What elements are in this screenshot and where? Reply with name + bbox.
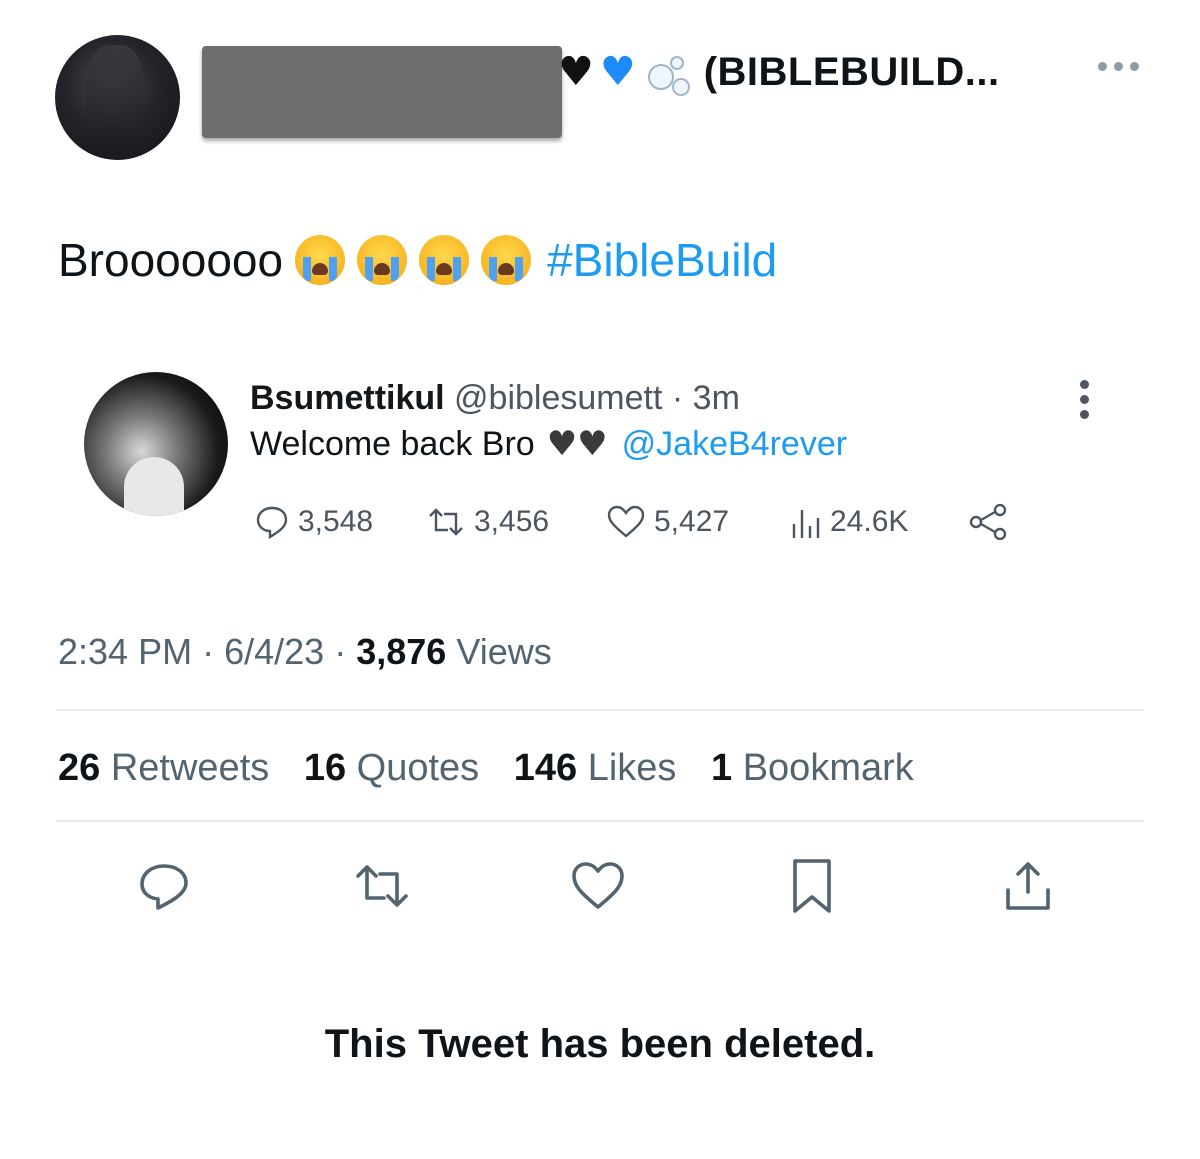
- engagement-counts: 26 Retweets 16 Quotes 146 Likes 1 Bookma…: [58, 744, 914, 792]
- black-heart-icon: ♥: [558, 49, 594, 95]
- share-icon: [969, 504, 1007, 540]
- meta-separator: ·: [334, 631, 347, 672]
- bookmark-button[interactable]: [782, 856, 842, 916]
- quoted-text: Welcome back Bro ♥♥ @JakeB4rever: [250, 422, 847, 466]
- quoted-views-stat[interactable]: 24.6K: [790, 500, 908, 544]
- tweet-body: Brooooooo: [58, 234, 284, 286]
- heart-icon: [607, 505, 645, 538]
- quoted-mention-link[interactable]: @JakeB4rever: [622, 422, 847, 466]
- reply-icon: [140, 864, 188, 910]
- heart-icon: [572, 862, 624, 909]
- author-avatar[interactable]: [55, 35, 180, 160]
- author-name-suffix: (BIBLEBUILD...: [703, 49, 1000, 94]
- bookmarks-label: Bookmark: [742, 747, 914, 789]
- quoted-more-icon[interactable]: [1080, 380, 1089, 419]
- deleted-notice: This Tweet has been deleted.: [324, 1022, 876, 1066]
- retweets-label: Retweets: [110, 747, 270, 789]
- quoted-author-name[interactable]: Bsumettikul: [250, 379, 445, 417]
- retweets-count: 26: [58, 747, 101, 789]
- black-heart-icon: ♥♥: [546, 424, 608, 464]
- quoted-views-count: 24.6K: [830, 505, 909, 538]
- crying-face-icon: [357, 235, 408, 285]
- share-button[interactable]: [998, 856, 1058, 916]
- views-count: 3,876: [356, 631, 447, 672]
- meta-separator: ·: [202, 631, 215, 672]
- bookmark-icon: [793, 859, 831, 913]
- bookmarks-stat[interactable]: 1 Bookmark: [711, 747, 914, 789]
- quoted-like-stat[interactable]: 5,427: [606, 500, 729, 544]
- quoted-reply-count: 3,548: [298, 505, 374, 538]
- hashtag-link[interactable]: #BibleBuild: [547, 232, 777, 288]
- retweet-icon: [356, 865, 408, 907]
- tweet-date: 6/4/23: [224, 631, 325, 672]
- retweets-stat[interactable]: 26 Retweets: [58, 747, 269, 789]
- quoted-header: Bsumettikul @biblesumett · 3m: [250, 376, 740, 420]
- bookmarks-count: 1: [711, 747, 733, 789]
- retweet-icon: [429, 508, 463, 536]
- quoted-retweet-stat[interactable]: 3,456: [426, 500, 549, 544]
- views-label: Views: [456, 631, 552, 672]
- quotes-count: 16: [303, 747, 347, 789]
- like-button[interactable]: [568, 856, 628, 916]
- quoted-like-count: 5,427: [654, 505, 730, 538]
- upload-icon: [1006, 862, 1050, 910]
- divider: [56, 709, 1144, 711]
- divider: [56, 820, 1144, 822]
- crying-face-icon: [481, 235, 532, 285]
- crying-face-icon: [419, 235, 470, 285]
- quoted-retweet-count: 3,456: [474, 505, 550, 538]
- likes-count: 146: [513, 747, 578, 789]
- redacted-name-block: [202, 46, 562, 138]
- quoted-reply-stat[interactable]: 3,548: [254, 500, 373, 544]
- more-options-icon[interactable]: [1098, 62, 1139, 71]
- quoted-body: Welcome back Bro: [250, 425, 535, 463]
- tweet-time: 2:34 PM: [58, 631, 193, 672]
- tweet-meta: 2:34 PM · 6/4/23 · 3,876 Views: [58, 630, 552, 674]
- likes-label: Likes: [587, 747, 677, 789]
- quotes-label: Quotes: [356, 747, 480, 789]
- quoted-separator: ·: [671, 379, 684, 417]
- blue-heart-icon: ♥: [599, 49, 636, 95]
- quoted-author-handle[interactable]: @biblesumett: [454, 379, 662, 417]
- quotes-stat[interactable]: 16 Quotes: [304, 747, 479, 789]
- quoted-time: 3m: [692, 379, 740, 417]
- tweet-text: Brooooooo #BibleBuild: [58, 232, 777, 288]
- quoted-author-avatar[interactable]: [84, 372, 228, 516]
- bubbles-icon: [646, 52, 690, 96]
- crying-face-icon: [295, 235, 346, 285]
- reply-button[interactable]: [134, 856, 194, 916]
- author-name[interactable]: ♥ ♥ (BIBLEBUILD...: [558, 49, 1000, 96]
- retweet-button[interactable]: [352, 856, 412, 916]
- views-chart-icon: [792, 510, 820, 538]
- likes-stat[interactable]: 146 Likes: [514, 747, 677, 789]
- reply-icon: [256, 506, 288, 540]
- quoted-share-stat[interactable]: [968, 500, 1010, 544]
